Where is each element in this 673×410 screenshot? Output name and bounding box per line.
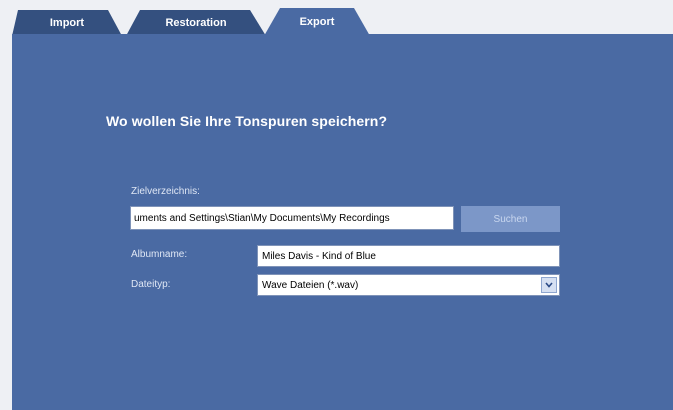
tab-import-label: Import	[49, 17, 85, 29]
filetype-label: Dateityp:	[131, 279, 171, 290]
chevron-down-icon[interactable]	[541, 277, 557, 293]
browse-button[interactable]: Suchen	[461, 206, 560, 232]
target-dir-input[interactable]: uments and Settings\Stian\My Documents\M…	[130, 206, 454, 230]
tab-bar: Import Restoration Export	[12, 8, 673, 36]
target-dir-label: Zielverzeichnis:	[131, 186, 200, 197]
chevron-down-glyph	[545, 282, 553, 288]
tab-export-label: Export	[299, 16, 335, 28]
tab-restoration[interactable]: Restoration	[126, 10, 266, 36]
tab-restoration-label: Restoration	[165, 17, 227, 29]
page-title: Wo wollen Sie Ihre Tonspuren speichern?	[106, 113, 388, 129]
filetype-select[interactable]: Wave Dateien (*.wav)	[257, 274, 560, 296]
export-window: Import Restoration Export Wo wollen Sie …	[0, 0, 673, 410]
filetype-value: Wave Dateien (*.wav)	[262, 279, 359, 291]
album-name-input[interactable]: Miles Davis - Kind of Blue	[257, 245, 560, 267]
tab-import[interactable]: Import	[12, 10, 122, 36]
album-name-label: Albumname:	[131, 249, 188, 260]
tab-export[interactable]: Export	[264, 8, 370, 36]
